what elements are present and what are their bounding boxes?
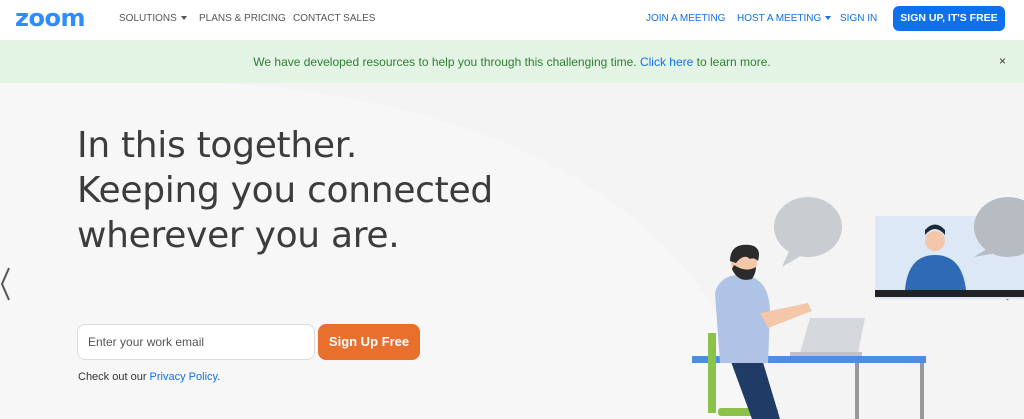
- nav-solutions-label: SOLUTIONS: [119, 13, 177, 24]
- nav-join-meeting[interactable]: JOIN A MEETING: [646, 13, 725, 24]
- banner-text-after: to learn more.: [693, 55, 771, 69]
- nav-plans-pricing[interactable]: PLANS & PRICING: [199, 13, 286, 24]
- zoom-logo[interactable]: zoom: [15, 4, 85, 32]
- chevron-down-icon: [825, 16, 832, 21]
- nav-host-meeting[interactable]: HOST A MEETING: [737, 13, 832, 24]
- close-icon[interactable]: ×: [999, 54, 1006, 68]
- banner-text-before: We have developed resources to help you …: [253, 55, 640, 69]
- video-call-illustration: [692, 197, 1024, 419]
- headline-line-1: In this together.: [77, 125, 358, 166]
- nav-solutions[interactable]: SOLUTIONS: [119, 13, 187, 24]
- banner-click-here-link[interactable]: Click here: [640, 55, 693, 69]
- email-input[interactable]: [77, 324, 315, 360]
- chevron-left-icon[interactable]: [0, 266, 12, 302]
- chevron-down-icon: [180, 16, 187, 21]
- nav-contact-sales[interactable]: CONTACT SALES: [293, 13, 375, 24]
- laptop: [800, 318, 865, 353]
- hero-section: In this together. Keeping you connected …: [0, 83, 1024, 419]
- nav-sign-in[interactable]: SIGN IN: [840, 13, 877, 24]
- headline-line-3: wherever you are.: [77, 215, 400, 256]
- privacy-prefix: Check out our: [78, 371, 150, 383]
- banner-message: We have developed resources to help you …: [0, 55, 1024, 69]
- signup-free-button[interactable]: Sign Up Free: [318, 324, 420, 360]
- privacy-note: Check out our Privacy Policy.: [78, 371, 220, 383]
- privacy-policy-link[interactable]: Privacy Policy: [150, 371, 218, 383]
- person: [715, 244, 812, 419]
- hero-headline: In this together. Keeping you connected …: [77, 123, 493, 258]
- speech-bubble-icon: [774, 197, 842, 267]
- privacy-suffix: .: [217, 371, 221, 383]
- notice-banner: We have developed resources to help you …: [0, 40, 1024, 83]
- signup-button[interactable]: SIGN UP, IT'S FREE: [893, 6, 1005, 31]
- headline-line-2: Keeping you connected: [77, 170, 493, 211]
- nav-host-meeting-label: HOST A MEETING: [737, 13, 822, 24]
- carousel-dots: [480, 414, 519, 419]
- top-navigation: zoom SOLUTIONS PLANS & PRICING CONTACT S…: [0, 0, 1024, 40]
